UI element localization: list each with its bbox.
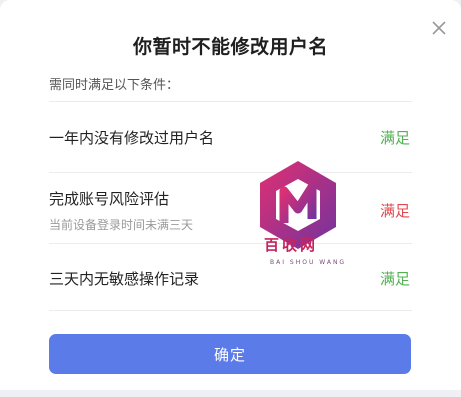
dialog-title: 你暂时不能修改用户名 bbox=[132, 36, 328, 58]
condition-row: 三天内无敏感操作记录 满足 bbox=[49, 268, 410, 289]
watermark-text: 百收网 bbox=[264, 236, 319, 254]
background-band bbox=[0, 390, 461, 397]
condition-row: 完成账号风险评估 当前设备登录时间未满三天 满足 bbox=[49, 188, 410, 233]
condition-title: 完成账号风险评估 bbox=[49, 190, 170, 208]
condition-row: 一年内没有修改过用户名 满足 bbox=[49, 127, 410, 148]
condition-status: 满足 bbox=[379, 270, 410, 288]
condition-title: 三天内无敏感操作记录 bbox=[49, 270, 200, 288]
change-username-dialog: 你暂时不能修改用户名 需同时满足以下条件： 一年内没有修改过用户名 满足 完成账… bbox=[0, 0, 461, 397]
divider bbox=[49, 310, 412, 311]
divider bbox=[49, 243, 412, 244]
confirm-button[interactable]: 确定 bbox=[49, 334, 411, 374]
dialog-subtitle: 需同时满足以下条件： bbox=[49, 78, 180, 93]
divider bbox=[49, 101, 412, 102]
condition-status: 满足 bbox=[379, 129, 410, 147]
condition-detail: 当前设备登录时间未满三天 bbox=[49, 218, 194, 232]
divider bbox=[49, 172, 412, 173]
condition-title: 一年内没有修改过用户名 bbox=[49, 129, 215, 147]
condition-status: 满足 bbox=[379, 202, 410, 220]
watermark-subtext: BAI SHOU WANG bbox=[270, 259, 347, 266]
